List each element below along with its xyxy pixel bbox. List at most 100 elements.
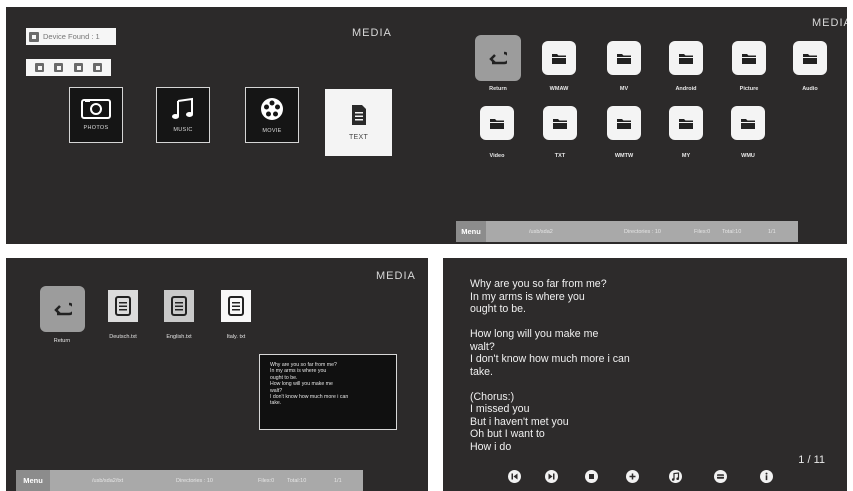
text-file-icon [171, 296, 187, 316]
text-file-icon [115, 296, 131, 316]
status-bar: Menu /usb/sda2/txt Directories : 10 File… [16, 470, 363, 491]
status-files: Files:0 [694, 228, 711, 235]
status-path: /usb/sda2/txt [92, 477, 124, 484]
text-line: walt? [470, 340, 495, 353]
item-label: WMU [741, 153, 755, 159]
category-label: PHOTOS [83, 125, 109, 131]
text-line: How i do [470, 440, 512, 453]
item-label: TXT [554, 153, 566, 159]
text-preview: Why are you so far from me? In my arms i… [259, 354, 397, 430]
status-path: /usb/sda2 [529, 228, 553, 235]
text-line: Oh but I want to [470, 428, 545, 440]
folder-tile[interactable] [607, 106, 641, 140]
status-total: Total:10 [722, 228, 742, 235]
media-home-panel: MEDIA Device Found : 1 PHOTOS MUSIC MOVI… [6, 7, 428, 244]
category-music[interactable]: MUSIC [156, 87, 210, 143]
info-icon[interactable] [760, 470, 773, 483]
item-label: MV [619, 86, 629, 92]
folder-tile[interactable] [669, 41, 703, 75]
folder-tile[interactable] [731, 106, 765, 140]
item-label: Picture [739, 86, 759, 92]
usb-device-icon[interactable] [73, 63, 83, 72]
folder-icon [679, 53, 693, 64]
previous-icon[interactable] [508, 470, 521, 483]
stop-icon[interactable] [585, 470, 598, 483]
film-reel-icon [259, 96, 285, 122]
file-tile[interactable] [164, 290, 194, 322]
item-label: Android [675, 86, 697, 92]
preview-line: take. [270, 400, 282, 407]
usb-device-icon[interactable] [54, 63, 64, 72]
return-button[interactable] [40, 286, 85, 332]
folder-icon [679, 118, 693, 129]
music-note-icon [171, 97, 195, 121]
item-label: WMAW [549, 86, 569, 92]
folder-icon [553, 118, 567, 129]
folder-tile[interactable] [480, 106, 514, 140]
playlist-icon[interactable] [714, 470, 727, 483]
device-list[interactable] [26, 59, 111, 76]
usb-device-icon [29, 31, 39, 42]
folder-tile[interactable] [607, 41, 641, 75]
folder-tile[interactable] [793, 41, 827, 75]
return-icon [53, 302, 72, 316]
folder-icon [490, 118, 504, 129]
folder-tile[interactable] [543, 106, 577, 140]
file-tile-selected[interactable] [221, 290, 251, 322]
text-line: I don't know how much more i can [470, 353, 630, 365]
item-label: MY [681, 153, 691, 159]
category-movie[interactable]: MOVIE [245, 87, 299, 143]
music-icon[interactable] [669, 470, 682, 483]
status-directories: Directories : 10 [624, 228, 661, 235]
category-label: MUSIC [173, 127, 193, 133]
folder-tile[interactable] [732, 41, 766, 75]
text-line: Why are you so far from me? [470, 278, 607, 290]
item-label: Audio [802, 86, 818, 92]
folder-tile[interactable] [669, 106, 703, 140]
text-line: (Chorus:) [470, 390, 515, 403]
folder-icon [617, 53, 631, 64]
folder-icon [741, 118, 755, 129]
text-browser-panel: MEDIA Return Deutsch.txt English.txt Ita… [6, 258, 428, 491]
next-icon[interactable] [545, 470, 558, 483]
category-text[interactable]: TEXT [325, 89, 392, 156]
text-file-icon [228, 296, 244, 316]
status-total: Total:10 [287, 477, 307, 484]
usb-device-icon[interactable] [92, 63, 102, 72]
folder-tile[interactable] [542, 41, 576, 75]
status-directories: Directories : 10 [176, 477, 213, 484]
text-content: Why are you so far from me? In my arms i… [470, 278, 800, 453]
return-icon [489, 51, 507, 65]
file-label: Italy. txt [226, 334, 246, 340]
text-line: take. [470, 365, 493, 378]
item-label: Video [489, 153, 505, 159]
category-label: TEXT [348, 134, 369, 141]
document-icon [351, 104, 367, 126]
menu-button[interactable]: Menu [16, 470, 50, 491]
page-indicator: 1 / 11 [798, 454, 825, 466]
folder-icon [617, 118, 631, 129]
text-line: ought to be. [470, 303, 526, 315]
media-label: MEDIA [376, 270, 416, 282]
return-label: Return [53, 338, 71, 344]
category-photos[interactable]: PHOTOS [69, 87, 123, 143]
folder-icon [742, 53, 756, 64]
status-page: 1/1 [768, 228, 776, 235]
item-label: Return [489, 86, 507, 92]
menu-button[interactable]: Menu [456, 221, 486, 242]
device-found-text: Device Found : 1 [43, 32, 100, 41]
category-label: MOVIE [262, 128, 282, 134]
device-found-box[interactable]: Device Found : 1 [26, 28, 116, 45]
status-files: Files:0 [258, 477, 275, 484]
text-line [470, 316, 800, 329]
file-tile[interactable] [108, 290, 138, 322]
plus-icon[interactable] [626, 470, 639, 483]
return-button[interactable] [475, 35, 521, 81]
file-label: English.txt [166, 334, 192, 340]
usb-device-icon[interactable] [35, 63, 45, 72]
item-label: WMTW [614, 153, 634, 159]
folder-browser-panel: MEDIA Return WMAW MV Android Picture Aud… [426, 7, 847, 244]
text-line [470, 378, 800, 391]
folder-icon [803, 53, 817, 64]
file-label: Deutsch.txt [109, 334, 137, 340]
